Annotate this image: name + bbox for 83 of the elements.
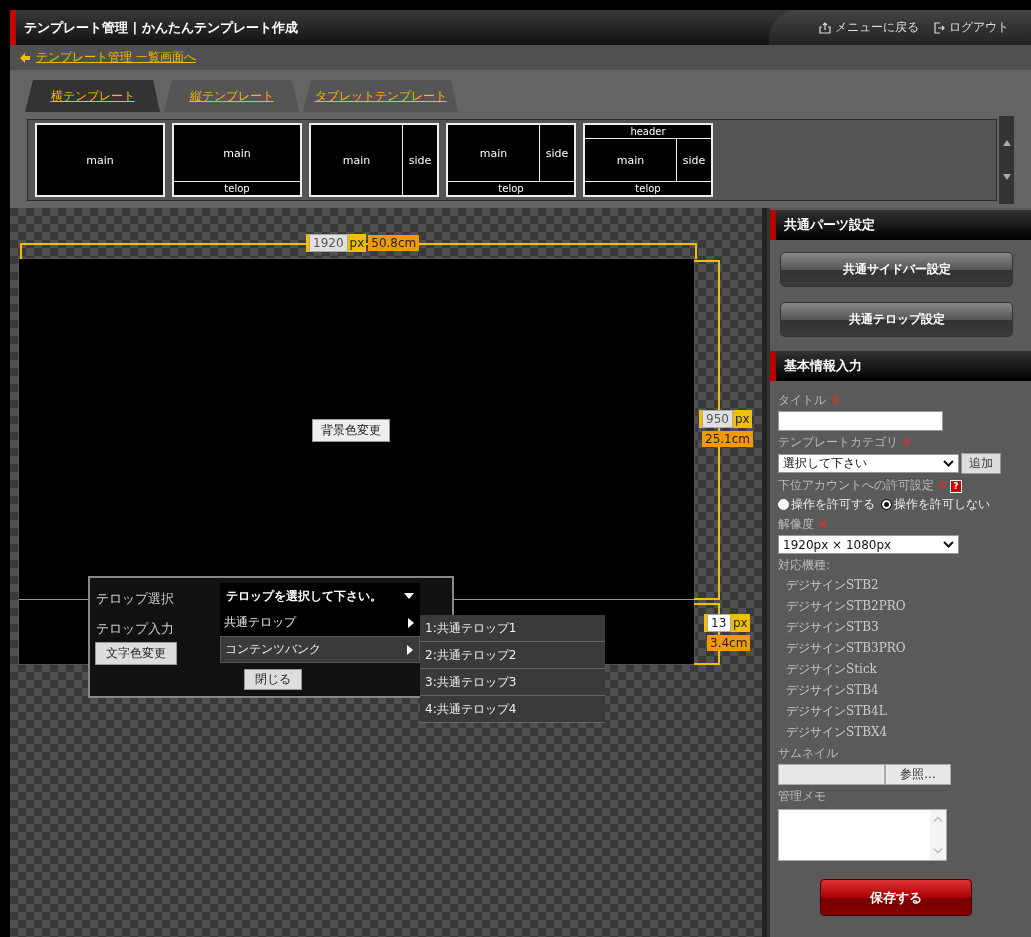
section-header: 共通パーツ設定 bbox=[770, 210, 1031, 240]
breadcrumb-link[interactable]: テンプレート管理 一覧画面へ bbox=[36, 49, 196, 66]
window-title: テンプレート管理 | かんたんテンプレート作成 bbox=[23, 18, 298, 37]
add-button[interactable]: 追加 bbox=[961, 453, 1001, 474]
device-name: デジサインSTB4 bbox=[785, 682, 880, 699]
logout-icon bbox=[933, 21, 945, 34]
scrollbar[interactable] bbox=[999, 116, 1014, 204]
menu-link[interactable]: メニューに戻る bbox=[819, 19, 919, 36]
save-button[interactable]: 保存する bbox=[820, 879, 972, 916]
layout-thumbnail[interactable]: main side telop bbox=[446, 123, 576, 197]
cm-label: 25.1cm bbox=[702, 431, 753, 447]
layout-thumbnail[interactable]: main telop bbox=[172, 123, 302, 197]
layout-thumbnail[interactable]: header main side telop bbox=[583, 123, 713, 197]
browse-button[interactable]: 参照... bbox=[885, 764, 951, 785]
help-icon[interactable]: ? bbox=[949, 480, 962, 493]
layout-thumbnail[interactable]: main bbox=[35, 123, 165, 197]
submenu-arrow-icon bbox=[408, 617, 414, 628]
title-input[interactable] bbox=[778, 411, 943, 431]
device-name: デジサインSTB4L bbox=[785, 703, 888, 720]
layout-label: main bbox=[341, 152, 372, 169]
field-label: テロップ選択 bbox=[96, 590, 174, 608]
logout-link[interactable]: ログアウト bbox=[933, 19, 1009, 36]
layout-label: side bbox=[539, 125, 574, 181]
scroll-down-icon bbox=[933, 848, 943, 854]
cm-label: 50.8cm bbox=[368, 235, 420, 251]
size-input[interactable]: 13 bbox=[707, 614, 731, 632]
field-label: タイトル ※ bbox=[778, 392, 841, 409]
layout-label: main bbox=[615, 152, 646, 169]
tab[interactable]: 横テンプレート bbox=[25, 80, 160, 112]
device-name: デジサインSTB3PRO bbox=[785, 640, 907, 657]
menu-item[interactable]: コンテンツバンク bbox=[220, 636, 420, 663]
share-icon bbox=[819, 21, 831, 34]
layout-label: main bbox=[478, 145, 509, 162]
scroll-up-icon bbox=[933, 816, 943, 822]
device-name: デジサインStick bbox=[785, 661, 878, 678]
layout-label: side bbox=[676, 139, 711, 181]
submenu-arrow-icon bbox=[407, 644, 413, 655]
layout-label: telop bbox=[585, 181, 711, 195]
file-path-field[interactable] bbox=[778, 764, 885, 785]
field-label: 下位アカウントへの許可設定 ※ ? bbox=[778, 476, 1023, 494]
chevron-down-icon bbox=[943, 460, 954, 467]
unit-label: px bbox=[731, 614, 750, 632]
memo-field[interactable] bbox=[778, 809, 947, 861]
settings-button[interactable]: 共通テロップ設定 bbox=[780, 302, 1013, 337]
device-name: デジサインSTB2PRO bbox=[785, 598, 907, 615]
caret-icon bbox=[404, 593, 414, 599]
menu-item[interactable]: 2:共通テロップ2 bbox=[420, 642, 605, 669]
menu-item[interactable]: 4:共通テロップ4 bbox=[420, 696, 605, 723]
device-name: デジサインSTBX4 bbox=[785, 724, 889, 741]
arrow-left-icon bbox=[20, 52, 30, 63]
settings-button[interactable]: 共通サイドバー設定 bbox=[780, 252, 1013, 287]
layout-thumbnail[interactable]: main side bbox=[309, 123, 439, 197]
menu-item[interactable]: 1:共通テロップ1 bbox=[420, 615, 605, 642]
tab[interactable]: 縦テンプレート bbox=[164, 80, 299, 112]
scroll-up-icon bbox=[1002, 140, 1011, 146]
field-label: サムネイル bbox=[778, 745, 839, 762]
scroll-down-icon bbox=[1002, 174, 1011, 180]
select-field[interactable]: 選択して下さい bbox=[778, 454, 959, 473]
device-name: デジサインSTB2 bbox=[785, 577, 880, 594]
field-label: 対応機種: bbox=[778, 557, 832, 574]
field-label: 管理メモ bbox=[778, 788, 827, 805]
close-button[interactable]: 閉じる bbox=[244, 669, 302, 690]
field-label: 解像度 ※ bbox=[778, 516, 829, 533]
background-color-button[interactable]: 背景色変更 bbox=[312, 419, 390, 442]
radio-option[interactable]: 操作を許可する bbox=[778, 496, 875, 513]
field-label: テロップ入力 bbox=[96, 620, 174, 638]
section-header: 基本情報入力 bbox=[770, 351, 1031, 381]
telop-dropdown[interactable]: テロップを選択して下さい。 bbox=[220, 583, 420, 609]
layout-label: telop bbox=[448, 181, 574, 195]
cm-label: 3.4cm bbox=[707, 635, 751, 651]
select-field[interactable]: 1920px × 1080px bbox=[778, 535, 959, 554]
layout-label: header bbox=[585, 125, 711, 139]
layout-label: main bbox=[222, 145, 252, 162]
device-name: デジサインSTB3 bbox=[785, 619, 880, 636]
menu-item[interactable]: 3:共通テロップ3 bbox=[420, 669, 605, 696]
layout-label: telop bbox=[174, 181, 300, 195]
radio-option[interactable]: 操作を許可しない bbox=[881, 496, 990, 513]
text-color-button[interactable]: 文字色変更 bbox=[95, 642, 177, 665]
tab[interactable]: タブレットテンプレート bbox=[303, 80, 458, 112]
layout-label: side bbox=[402, 125, 437, 195]
field-label: テンプレートカテゴリ ※ bbox=[778, 434, 913, 451]
menu-item[interactable]: 共通テロップ bbox=[220, 609, 420, 636]
chevron-down-icon bbox=[943, 541, 954, 548]
